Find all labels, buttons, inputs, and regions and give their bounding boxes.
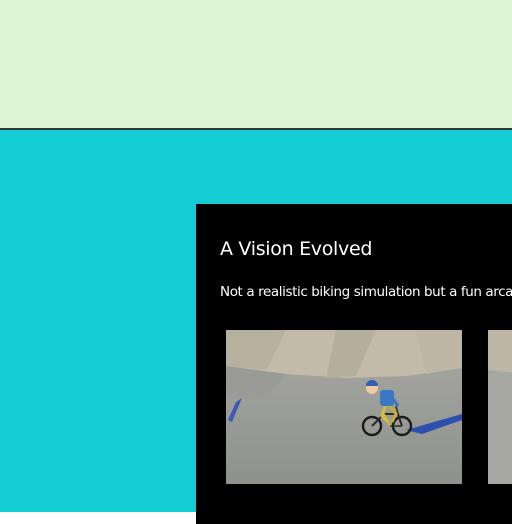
bmx-rider-image — [226, 330, 462, 484]
panel-description: Not a realistic biking simulation but a … — [220, 284, 512, 300]
panel-title: A Vision Evolved — [220, 238, 373, 260]
second-image — [488, 330, 512, 484]
media-thumbnail-2[interactable] — [488, 330, 512, 484]
top-banner — [0, 0, 512, 130]
media-thumbnail-1[interactable] — [226, 330, 462, 484]
feature-panel: A Vision Evolved Not a realistic biking … — [196, 204, 512, 524]
